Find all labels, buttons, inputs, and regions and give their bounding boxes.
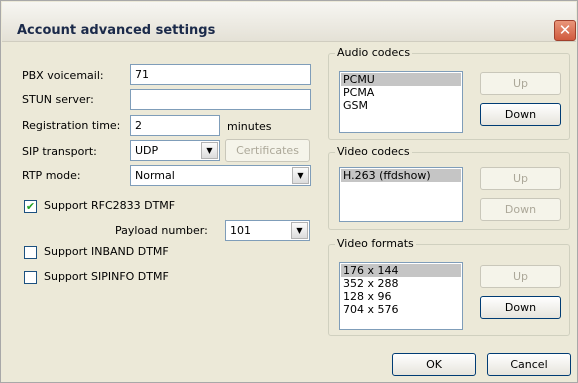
audio-down-button[interactable]: Down <box>480 103 561 126</box>
list-item[interactable]: 128 x 96 <box>341 290 461 303</box>
payload-number-label: Payload number: <box>115 224 208 237</box>
video-formats-group: Video formats 176 x 144 352 x 288 128 x … <box>328 237 570 336</box>
list-item[interactable]: 176 x 144 <box>341 264 461 277</box>
video-codecs-list[interactable]: H.263 (ffdshow) <box>339 167 463 222</box>
video-formats-up-button[interactable]: Up <box>480 265 561 288</box>
chevron-down-icon[interactable]: ▼ <box>291 222 308 239</box>
chevron-down-icon[interactable]: ▼ <box>201 142 218 159</box>
audio-codecs-list[interactable]: PCMU PCMA GSM <box>339 71 463 133</box>
rfc2833-label: Support RFC2833 DTMF <box>44 199 176 212</box>
video-formats-down-button[interactable]: Down <box>480 296 561 319</box>
stun-server-input[interactable] <box>130 89 311 110</box>
registration-time-input[interactable]: 2 <box>130 115 220 136</box>
cancel-button[interactable]: Cancel <box>487 353 571 376</box>
video-codecs-group: Video codecs H.263 (ffdshow) Up Down <box>328 145 570 230</box>
list-item[interactable]: PCMU <box>341 73 461 86</box>
audio-up-button[interactable]: Up <box>480 72 561 95</box>
registration-time-unit: minutes <box>227 120 272 133</box>
rtp-mode-label: RTP mode: <box>22 169 81 182</box>
checkmark-icon: ✔ <box>25 200 36 213</box>
list-item[interactable]: 704 x 576 <box>341 303 461 316</box>
sipinfo-label: Support SIPINFO DTMF <box>44 270 169 283</box>
video-codecs-title: Video codecs <box>335 145 412 158</box>
sip-transport-select[interactable]: UDP ▼ <box>130 140 220 161</box>
audio-codecs-group: Audio codecs PCMU PCMA GSM Up Down <box>328 46 570 140</box>
close-button[interactable]: ✕ <box>554 20 576 41</box>
payload-number-select[interactable]: 101 ▼ <box>225 220 310 241</box>
dialog-title: Account advanced settings <box>17 23 216 38</box>
pbx-voicemail-input[interactable]: 71 <box>130 64 311 85</box>
rtp-mode-select[interactable]: Normal ▼ <box>130 165 311 186</box>
list-item[interactable]: 352 x 288 <box>341 277 461 290</box>
pbx-voicemail-label: PBX voicemail: <box>22 69 104 82</box>
sip-transport-value: UDP <box>135 144 159 157</box>
payload-number-value: 101 <box>230 224 251 237</box>
rtp-mode-value: Normal <box>135 169 175 182</box>
inband-checkbox[interactable] <box>24 246 37 259</box>
list-item[interactable]: H.263 (ffdshow) <box>341 169 461 182</box>
account-advanced-settings-dialog: Account advanced settings ✕ PBX voicemai… <box>0 0 578 383</box>
sip-transport-label: SIP transport: <box>22 145 97 158</box>
video-codecs-up-button[interactable]: Up <box>480 167 561 190</box>
video-formats-list[interactable]: 176 x 144 352 x 288 128 x 96 704 x 576 <box>339 262 463 330</box>
list-item[interactable]: PCMA <box>341 86 461 99</box>
stun-server-label: STUN server: <box>22 93 94 106</box>
video-codecs-down-button[interactable]: Down <box>480 198 561 221</box>
registration-time-label: Registration time: <box>22 119 121 132</box>
title-bar[interactable]: Account advanced settings ✕ <box>2 2 576 42</box>
rfc2833-checkbox[interactable]: ✔ <box>24 200 37 213</box>
chevron-down-icon[interactable]: ▼ <box>292 167 309 184</box>
inband-label: Support INBAND DTMF <box>44 245 169 258</box>
audio-codecs-title: Audio codecs <box>335 46 413 59</box>
close-icon: ✕ <box>558 21 572 39</box>
certificates-button[interactable]: Certificates <box>225 139 310 162</box>
sipinfo-checkbox[interactable] <box>24 271 37 284</box>
list-item[interactable]: GSM <box>341 99 461 112</box>
ok-button[interactable]: OK <box>392 353 476 376</box>
video-formats-title: Video formats <box>335 237 416 250</box>
